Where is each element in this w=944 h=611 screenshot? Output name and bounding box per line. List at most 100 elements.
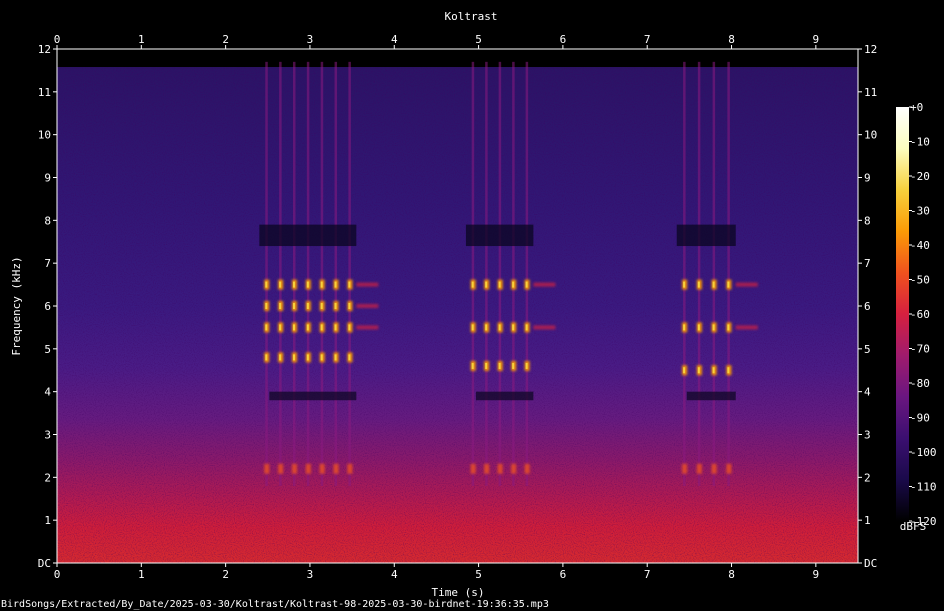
note-core: [320, 303, 323, 309]
note-tail: [356, 304, 379, 308]
colorbar-tick-label: -40: [910, 239, 930, 252]
burst-streak: [320, 61, 324, 486]
note-mark: [319, 463, 325, 474]
y-tick-left-label: 7: [44, 257, 51, 270]
x-tick-bottom-label: 5: [475, 568, 482, 581]
colorbar-tick-label: -10: [910, 136, 930, 149]
burst-streak: [712, 61, 716, 486]
note-core: [265, 281, 268, 288]
note-core: [471, 362, 474, 369]
burst-streak: [697, 61, 701, 486]
x-tick-top-label: 0: [54, 33, 61, 46]
note-core: [498, 281, 501, 288]
note-mark: [264, 463, 270, 474]
x-tick-bottom-label: 6: [560, 568, 567, 581]
note-tail: [533, 282, 556, 287]
note-mark: [470, 463, 476, 474]
note-core: [279, 281, 282, 288]
note-core: [306, 324, 309, 331]
note-mark: [305, 463, 311, 474]
note-core: [265, 324, 268, 331]
note-mark: [278, 463, 284, 474]
note-mark: [333, 463, 339, 474]
colorbar-ticks: +0-10-20-30-40-50-60-70-80-90-100-110-12…: [909, 101, 937, 528]
y-tick-right-label: 12: [864, 43, 877, 56]
note-tail: [356, 282, 379, 287]
burst-dark-band: [475, 391, 534, 401]
x-tick-bottom-label: 2: [222, 568, 229, 581]
note-core: [279, 324, 282, 331]
y-tick-left-label: 2: [44, 471, 51, 484]
colorbar-tick-label: -90: [910, 412, 930, 425]
y-tick-right-label: 8: [864, 214, 871, 227]
colorbar-tick-label: -70: [910, 343, 930, 356]
note-mark: [511, 463, 517, 474]
note-core: [485, 324, 488, 331]
note-core: [348, 354, 351, 361]
y-tick-left-label: 1: [44, 514, 51, 527]
spectrogram-top-band: [57, 49, 858, 67]
note-core: [683, 324, 686, 331]
x-ticks-bottom: 0 1 2 3 4 5 6 7 8 9: [54, 563, 819, 581]
note-tail: [735, 282, 758, 287]
x-tick-top-label: 5: [475, 33, 482, 46]
note-core: [512, 281, 515, 288]
burst-streak: [485, 61, 488, 486]
note-core: [712, 324, 715, 331]
burst-streak: [292, 61, 296, 486]
burst-streak: [306, 61, 310, 486]
note-core: [697, 281, 700, 288]
y-ticks-left: DC123456789101112: [38, 43, 57, 570]
y-tick-right-label: 10: [864, 129, 877, 142]
file-path: BirdSongs/Extracted/By_Date/2025-03-30/K…: [1, 599, 549, 610]
note-core: [525, 281, 528, 288]
x-tick-top-label: 1: [138, 33, 145, 46]
y-tick-left-label: 5: [44, 343, 51, 356]
note-core: [292, 303, 295, 309]
y-tick-left-label: 10: [38, 129, 51, 142]
note-core: [697, 324, 700, 331]
note-mark: [347, 463, 353, 474]
note-core: [279, 303, 282, 309]
x-tick-top-label: 2: [222, 33, 229, 46]
colorbar-tick-label: -100: [910, 446, 937, 459]
note-tail: [356, 325, 379, 330]
colorbar-tick-label: +0: [910, 101, 923, 114]
note-core: [334, 303, 337, 309]
y-tick-right-label: 5: [864, 343, 871, 356]
colorbar-tick-label: -30: [910, 205, 930, 218]
note-core: [320, 354, 323, 361]
note-core: [334, 281, 337, 288]
burst-streak: [265, 61, 268, 486]
note-core: [485, 281, 488, 288]
x-tick-top-label: 8: [728, 33, 735, 46]
note-core: [525, 362, 528, 369]
y-tick-left-label: 8: [44, 214, 51, 227]
note-core: [265, 303, 268, 309]
y-ticks-right: DC123456789101112: [858, 43, 877, 570]
y-tick-left-label: 4: [44, 386, 51, 399]
x-axis-label: Time (s): [432, 586, 485, 599]
note-core: [471, 281, 474, 288]
note-mark: [484, 463, 490, 474]
note-core: [306, 281, 309, 288]
burst-streak: [512, 61, 515, 486]
burst-streak: [279, 61, 282, 486]
x-ticks-top: 0 1 2 3 4 5 6 7 8 9: [54, 33, 819, 49]
burst-dark-band: [676, 224, 736, 247]
note-core: [712, 367, 715, 374]
note-core: [727, 281, 730, 288]
y-tick-left-label: 6: [44, 300, 51, 313]
y-tick-left-label: 9: [44, 172, 51, 185]
note-core: [512, 324, 515, 331]
burst-streak: [683, 61, 686, 486]
x-tick-bottom-label: 9: [813, 568, 820, 581]
note-core: [498, 362, 501, 369]
colorbar-label: dBFS: [900, 520, 927, 533]
note-core: [683, 367, 686, 374]
spectrogram-noise: [57, 49, 858, 563]
note-core: [712, 281, 715, 288]
note-core: [683, 281, 686, 288]
x-tick-top-label: 7: [644, 33, 651, 46]
note-core: [292, 324, 295, 331]
